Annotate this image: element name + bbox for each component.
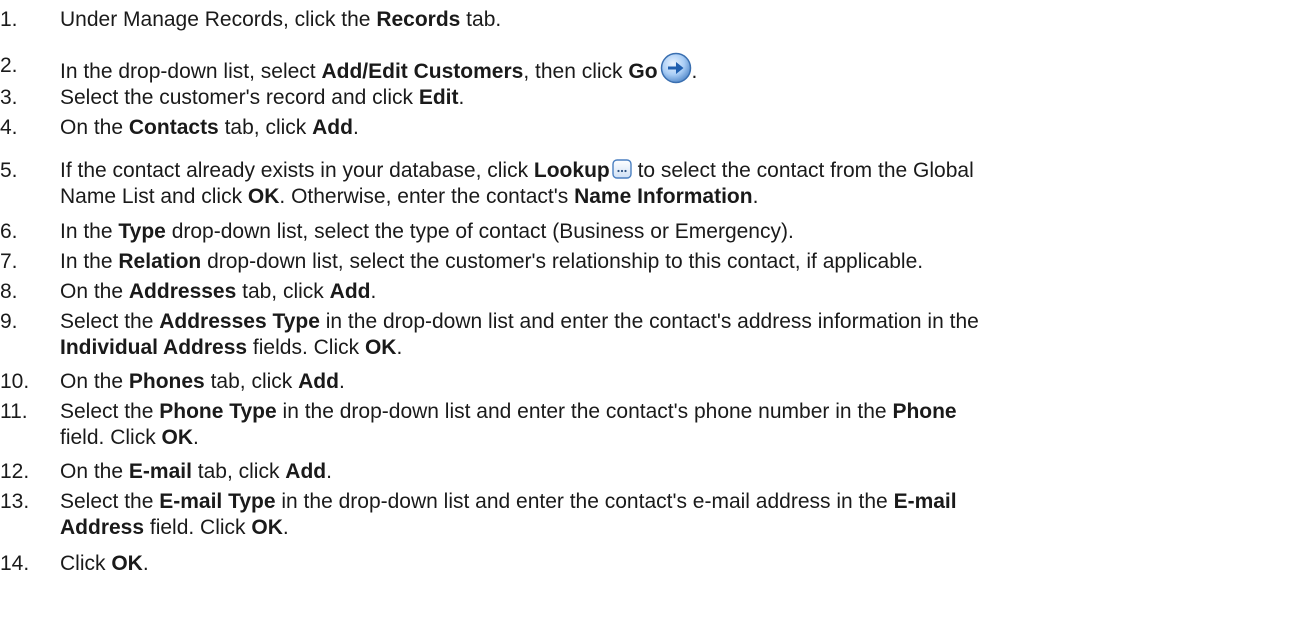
step-bold-text: Name Information [574,185,753,208]
step-text: Click [60,552,112,575]
step-text: . [142,552,149,575]
step-text: . [370,280,377,303]
step-text: . [691,60,698,83]
step-text: tab. [460,8,502,31]
step-text: tab, click [218,116,313,139]
step-number: 9. [0,310,18,333]
step-bold-text: Add [285,460,327,483]
step-text: . Otherwise, enter the contact's [279,185,575,208]
step-text: field. Click [144,516,252,539]
step-text: Select the [60,310,160,333]
step-bold-text: Add [298,370,339,393]
step-text: In the [60,220,119,243]
step-number: 12. [0,460,30,483]
step-text: . [282,516,289,539]
step-number: 5. [0,159,18,182]
step-bold-text: OK [111,552,143,575]
lookup-ellipsis-icon [612,159,632,179]
step-number: 14. [0,552,30,575]
step-text: tab, click [236,280,330,303]
step-text: Under Manage Records, click the [60,8,377,31]
step-text: , then click [523,60,629,83]
step-bold-text: Edit [418,86,459,109]
step-text: . [458,86,465,109]
list-item: 5. If the contact already exists in your… [0,157,1306,213]
step-bold-text: OK [247,185,280,208]
step-text: fields. Click [247,336,365,359]
step-number: 3. [0,86,18,109]
step-bold-text: Type [118,220,166,243]
list-item: 13. Select the E-mail Type in the drop-d… [0,488,1306,544]
instruction-steps: 1. Under Manage Records, click the Recor… [0,0,1306,642]
step-bold-text: OK [251,516,283,539]
step-bold-text: Add [329,280,371,303]
step-text: . [352,116,359,139]
list-item: 9. Select the Addresses Type in the drop… [0,308,1306,364]
step-bold-text: Add/Edit Customers [321,60,524,83]
list-item: 11. Select the Phone Type in the drop-do… [0,398,1306,454]
step-text: On the [60,370,129,393]
step-text: Select the [60,400,160,423]
step-text: drop-down list, select the customer's re… [201,250,924,273]
step-text: Name List and click [60,185,248,208]
step-bold-text: Addresses Type [159,310,320,333]
step-text: . [193,426,199,449]
step-text: On the [60,460,129,483]
step-bold-text: Relation [118,250,202,273]
step-bold-text: Records [376,8,461,31]
step-bold-text: OK [161,426,194,449]
step-bold-text: E-mail [893,490,957,513]
step-bold-text: Addresses [128,280,237,303]
step-text: On the [60,116,129,139]
step-text: If the contact already exists in your da… [60,159,534,182]
step-number: 7. [0,250,18,273]
step-text: . [326,460,332,483]
step-text: In the drop-down list, select [60,60,322,83]
step-text: field. Click [60,426,162,449]
step-bold-text: Lookup [533,159,610,182]
step-text: Select the [60,490,160,513]
step-text: to select the contact from the Global [631,159,974,182]
step-number: 6. [0,220,18,243]
step-text: . [338,370,345,393]
step-bold-text: Address [60,516,145,539]
step-number: 10. [0,370,30,393]
step-bold-text: Phone Type [159,400,277,423]
go-arrow-icon [660,52,692,84]
step-text: tab, click [191,460,286,483]
step-number: 8. [0,280,18,303]
step-number: 13. [0,490,30,513]
step-bold-text: OK [364,336,397,359]
step-text: In the [60,250,119,273]
step-bold-text: Contacts [128,116,219,139]
step-bold-text: Add [312,116,353,139]
step-text: Select the customer's record and click [60,86,419,109]
step-text: On the [60,280,129,303]
step-bold-text: Individual Address [60,336,248,359]
step-number: 1. [0,8,18,31]
step-bold-text: Phones [128,370,205,393]
step-bold-text: E-mail [128,460,192,483]
step-text: in the drop-down list and enter the cont… [275,490,894,513]
step-text: in the drop-down list and enter the cont… [276,400,893,423]
step-number: 11. [0,400,28,423]
step-bold-text: E-mail Type [159,490,276,513]
step-text: tab, click [204,370,299,393]
step-text: . [396,336,403,359]
step-bold-text: Go [628,60,658,83]
step-text: in the drop-down list and enter the cont… [319,310,979,333]
step-number: 2. [0,54,18,77]
step-number: 4. [0,116,18,139]
step-text: drop-down list, select the type of conta… [165,220,794,243]
step-bold-text: Phone [892,400,957,423]
step-text: . [752,185,759,208]
